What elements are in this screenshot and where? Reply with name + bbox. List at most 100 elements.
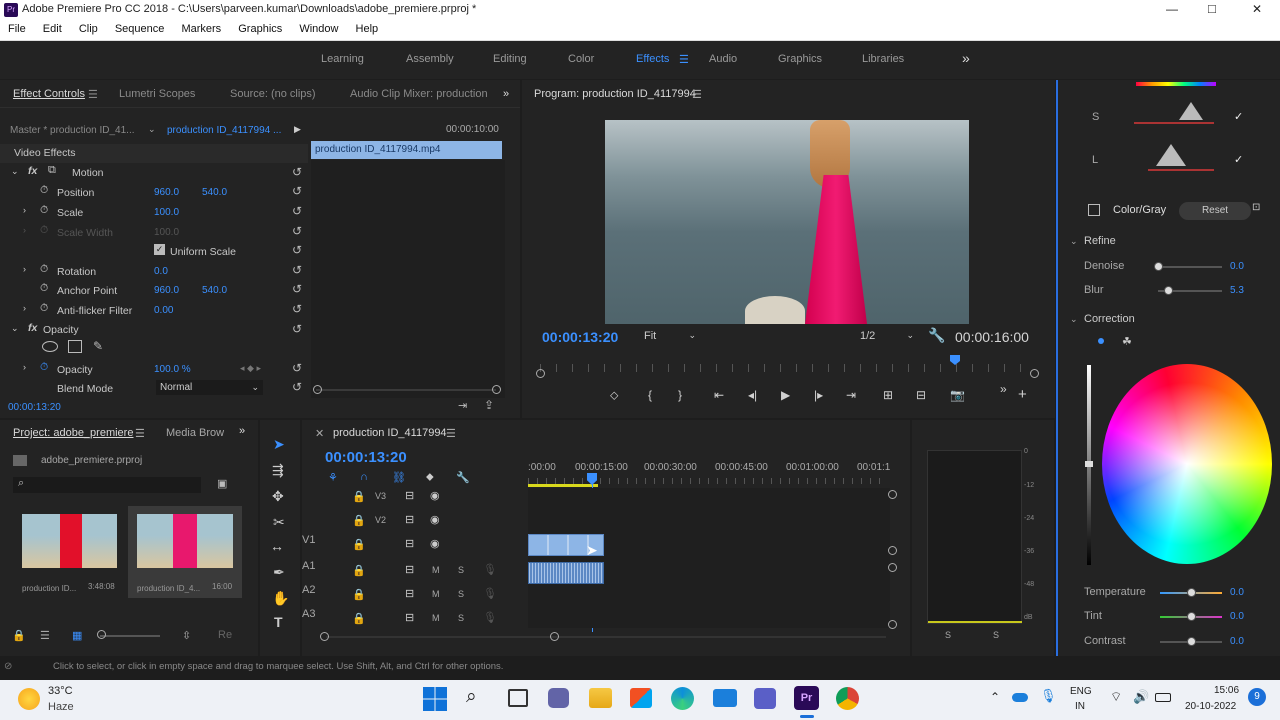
luma-slider-knob[interactable] bbox=[1085, 461, 1093, 467]
weather-desc[interactable]: Haze bbox=[48, 701, 74, 713]
tab-media-browser[interactable]: Media Brow bbox=[166, 427, 224, 439]
rotation-value[interactable]: 0.0 bbox=[154, 266, 168, 277]
windows-start-icon[interactable] bbox=[423, 687, 447, 711]
eye-icon[interactable]: ◉ bbox=[430, 537, 440, 550]
rectangle-mask-icon[interactable] bbox=[68, 340, 82, 353]
track-scroll-handle[interactable] bbox=[888, 620, 897, 629]
mic-icon[interactable]: 🎙 bbox=[483, 563, 497, 576]
premiere-taskbar-icon[interactable]: Pr bbox=[794, 686, 819, 710]
tab-project[interactable]: Project: adobe_premiere bbox=[13, 427, 133, 439]
contrast-slider-knob[interactable] bbox=[1187, 637, 1196, 646]
reset-anchor-icon[interactable]: ↺ bbox=[292, 282, 302, 296]
mute-button[interactable]: M bbox=[432, 565, 440, 575]
edge-icon[interactable] bbox=[671, 687, 694, 710]
expand-arrow-icon[interactable]: › bbox=[23, 205, 26, 215]
slip-tool-icon[interactable]: ↔ bbox=[270, 538, 284, 554]
lock-icon[interactable]: 🔒 bbox=[352, 564, 366, 577]
more-icon[interactable]: Re bbox=[218, 629, 232, 641]
ripple-edit-tool-icon[interactable]: ✥ bbox=[272, 488, 284, 505]
store-icon[interactable] bbox=[630, 688, 652, 708]
more-controls-icon[interactable]: » bbox=[1000, 382, 1007, 396]
pen-mask-icon[interactable]: ✎ bbox=[93, 339, 103, 353]
weather-temp[interactable]: 33°C bbox=[48, 685, 73, 697]
workspace-libraries[interactable]: Libraries bbox=[862, 53, 904, 65]
expand-arrow-icon[interactable]: › bbox=[23, 362, 26, 372]
task-view-icon[interactable] bbox=[508, 689, 528, 707]
ellipse-mask-icon[interactable] bbox=[42, 341, 58, 352]
uniform-scale-checkbox[interactable]: ✓ bbox=[154, 244, 165, 255]
reset-blend-icon[interactable]: ↺ bbox=[292, 380, 302, 394]
reset-rotation-icon[interactable]: ↺ bbox=[292, 263, 302, 277]
menu-sequence[interactable]: Sequence bbox=[115, 23, 165, 35]
chat-icon[interactable] bbox=[548, 688, 569, 708]
expand-arrow-icon[interactable]: › bbox=[23, 303, 26, 313]
file-explorer-icon[interactable] bbox=[589, 688, 612, 708]
l-curve[interactable] bbox=[1148, 142, 1214, 176]
sequence-tab[interactable]: production ID_4117994 bbox=[333, 427, 447, 439]
onedrive-icon[interactable] bbox=[1012, 693, 1028, 702]
denoise-slider-knob[interactable] bbox=[1154, 262, 1163, 271]
weather-icon[interactable] bbox=[18, 688, 40, 710]
wifi-icon[interactable]: ⌔ bbox=[1110, 689, 1122, 705]
motion-row[interactable]: ⌄ fx ⧉ Motion ↺ bbox=[0, 164, 308, 183]
sync-icon[interactable]: ⊟ bbox=[405, 513, 414, 526]
sync-icon[interactable]: ⊟ bbox=[405, 563, 414, 576]
track-label[interactable]: V2 bbox=[375, 515, 386, 525]
selection-tool-icon[interactable]: ➤ bbox=[273, 436, 285, 453]
filter-icon[interactable]: ⇥ bbox=[458, 399, 467, 412]
temperature-value[interactable]: 0.0 bbox=[1230, 587, 1244, 598]
reset-scale-width-icon[interactable]: ↺ bbox=[292, 224, 302, 238]
track-scroll-handle[interactable] bbox=[888, 563, 897, 572]
sync-icon[interactable]: ⊟ bbox=[405, 537, 414, 550]
expand-arrow-icon[interactable]: › bbox=[23, 264, 26, 274]
work-area-bar[interactable] bbox=[528, 484, 598, 487]
eye-icon[interactable]: ◉ bbox=[430, 513, 440, 526]
reset-button[interactable]: Reset bbox=[1179, 202, 1251, 220]
single-wheel-icon[interactable] bbox=[1098, 338, 1104, 344]
nest-icon[interactable]: ⚘ bbox=[328, 471, 338, 484]
stopwatch-icon[interactable]: ⏱ bbox=[40, 302, 48, 315]
solo-button[interactable]: S bbox=[458, 589, 464, 599]
razor-tool-icon[interactable]: ✂ bbox=[273, 514, 285, 531]
panel-menu-icon[interactable]: ☰ bbox=[446, 427, 456, 440]
microphone-icon[interactable]: 🎙 bbox=[1040, 688, 1057, 704]
close-button[interactable]: ✕ bbox=[1252, 2, 1262, 16]
track-label-active[interactable]: A1 bbox=[302, 560, 315, 572]
workspace-audio[interactable]: Audio bbox=[709, 53, 737, 65]
scroll-track[interactable] bbox=[316, 389, 496, 391]
minimize-button[interactable]: — bbox=[1166, 2, 1178, 16]
program-timecode[interactable]: 00:00:13:20 bbox=[542, 329, 618, 345]
track-area[interactable] bbox=[528, 488, 890, 628]
color-wheel[interactable] bbox=[1102, 364, 1272, 564]
solo-button[interactable]: S bbox=[458, 565, 464, 575]
effect-controls-timecode[interactable]: 00:00:13:20 bbox=[8, 402, 61, 413]
tint-value[interactable]: 0.0 bbox=[1230, 611, 1244, 622]
lock-icon[interactable]: 🔒 bbox=[352, 612, 366, 625]
timeline-zoom-right[interactable] bbox=[550, 632, 559, 641]
position-x-value[interactable]: 960.0 bbox=[154, 187, 179, 198]
video-frame[interactable] bbox=[605, 120, 969, 324]
scroll-handle-left[interactable] bbox=[313, 385, 322, 394]
close-sequence-icon[interactable]: ✕ bbox=[315, 427, 324, 440]
solo-right-button[interactable]: S bbox=[993, 630, 999, 640]
opacity-header-row[interactable]: ⌄ fx Opacity ↺ bbox=[0, 321, 308, 340]
maximize-button[interactable]: □ bbox=[1208, 1, 1216, 16]
lock-icon[interactable]: 🔒 bbox=[352, 514, 366, 527]
panel-menu-icon[interactable]: ☰ bbox=[692, 88, 702, 101]
stopwatch-active-icon[interactable]: ⏱ bbox=[40, 361, 48, 374]
go-to-in-icon[interactable]: ⇤ bbox=[714, 388, 724, 402]
program-scrub-ruler[interactable] bbox=[540, 364, 1036, 372]
panel-menu-icon[interactable]: ☰ bbox=[135, 427, 145, 440]
workspace-menu-icon[interactable]: ☰ bbox=[679, 53, 689, 66]
more-workspaces-icon[interactable]: » bbox=[962, 50, 970, 66]
position-y-value[interactable]: 540.0 bbox=[202, 187, 227, 198]
workspace-graphics[interactable]: Graphics bbox=[778, 53, 822, 65]
more-tabs-icon[interactable]: » bbox=[239, 425, 245, 437]
extract-icon[interactable]: ⊟ bbox=[916, 388, 926, 402]
color-gray-checkbox[interactable] bbox=[1088, 204, 1100, 216]
snap-icon[interactable]: ∩ bbox=[360, 471, 368, 483]
track-label-active[interactable]: A3 bbox=[302, 608, 315, 620]
stopwatch-icon[interactable]: ⏱ bbox=[40, 282, 48, 295]
hand-tool-icon[interactable]: ✋ bbox=[272, 590, 289, 607]
more-tabs-icon[interactable]: » bbox=[503, 88, 509, 100]
